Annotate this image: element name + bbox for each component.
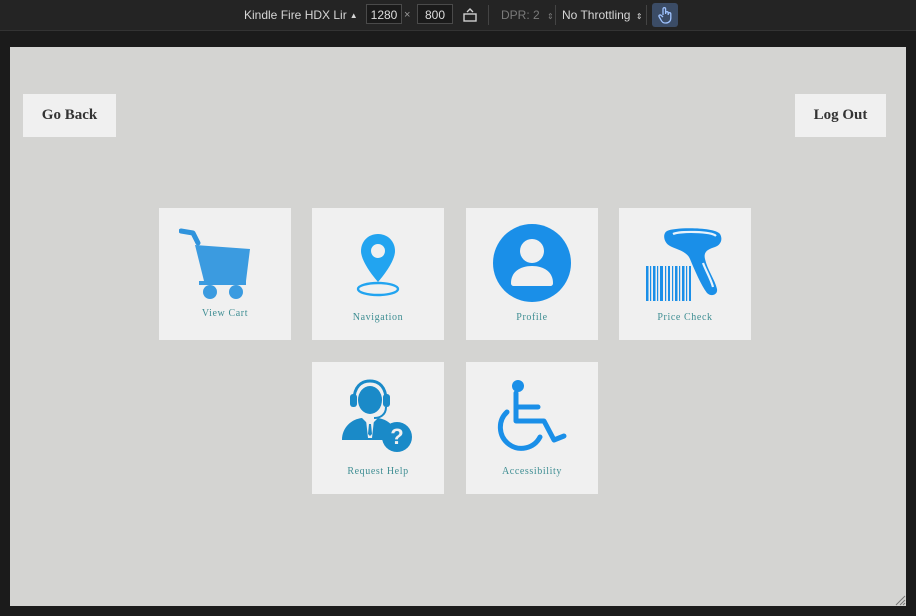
view-cart-label: View Cart	[201, 308, 249, 319]
price-check-label: Price Check	[657, 312, 713, 323]
shopping-cart-icon	[179, 228, 250, 299]
updown-icon: ⇕	[635, 12, 643, 21]
dpr-label: DPR: 2	[501, 8, 540, 22]
svg-text:?: ?	[390, 424, 403, 449]
updown-icon: ▲	[349, 11, 358, 20]
view-cart-tile[interactable]: View Cart	[159, 208, 291, 340]
rotate-icon[interactable]	[462, 7, 478, 23]
device-selector[interactable]: Kindle Fire HDX Lir ▲	[244, 0, 358, 30]
navigation-tile[interactable]: Navigation	[312, 208, 444, 340]
log-out-button[interactable]: Log Out	[795, 94, 886, 137]
dpr-selector[interactable]: DPR: 2 ⇕	[501, 0, 554, 30]
dimension-separator: ×	[404, 9, 411, 21]
updown-icon: ⇕	[547, 12, 554, 21]
go-back-button[interactable]: Go Back	[23, 94, 116, 137]
accessibility-label: Accessibility	[501, 466, 562, 477]
support-agent-icon: ?	[342, 379, 412, 452]
touch-icon[interactable]	[652, 3, 678, 27]
price-check-tile[interactable]: Price Check	[619, 208, 751, 340]
device-suffix: Lir	[333, 8, 347, 22]
accessibility-tile[interactable]: Accessibility	[466, 362, 598, 494]
request-help-tile[interactable]: ? Request Help	[312, 362, 444, 494]
devtools-device-toolbar: Kindle Fire HDX Lir ▲ 1280 × 800 DPR: 2 ⇕…	[0, 0, 916, 31]
width-input[interactable]: 1280	[366, 4, 402, 24]
wheelchair-icon	[497, 380, 567, 451]
request-help-label: Request Help	[347, 466, 409, 477]
resize-grip-icon[interactable]	[892, 592, 906, 606]
throttling-selector[interactable]: No Throttling ⇕	[562, 0, 643, 30]
device-viewport: Go Back Log Out View Cart Navigation Pro…	[10, 47, 906, 606]
barcode-scanner-icon	[646, 228, 722, 301]
height-input[interactable]: 800	[417, 4, 453, 24]
location-pin-icon	[356, 234, 400, 297]
navigation-label: Navigation	[352, 312, 404, 323]
toolbar-divider	[646, 5, 647, 25]
throttling-label: No Throttling	[562, 8, 631, 22]
toolbar-divider	[488, 5, 489, 25]
profile-label: Profile	[516, 312, 548, 323]
toolbar-divider	[555, 5, 556, 25]
device-name: Kindle Fire HDX	[244, 8, 331, 22]
profile-tile[interactable]: Profile	[466, 208, 598, 340]
user-profile-icon	[493, 224, 571, 302]
